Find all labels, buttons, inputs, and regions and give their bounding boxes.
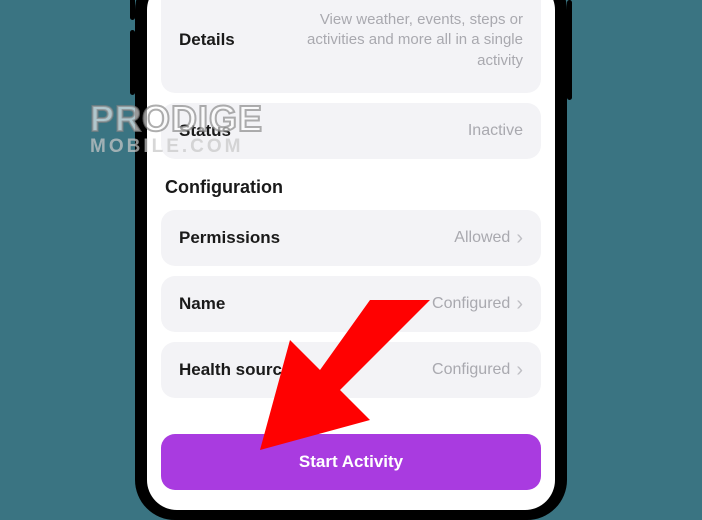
name-label: Name: [179, 294, 225, 314]
tab-bar: [161, 504, 541, 510]
health-source-value: Configured: [432, 361, 510, 379]
plus-icon: [338, 508, 364, 510]
health-source-label: Health source: [179, 360, 291, 380]
phone-side-button: [130, 0, 135, 20]
status-value: Inactive: [468, 122, 523, 140]
middle-tab[interactable]: [338, 508, 364, 510]
home-icon: [231, 508, 257, 510]
chevron-right-icon: ›: [516, 294, 523, 314]
details-label: Details: [179, 30, 235, 50]
gear-icon: [445, 508, 471, 510]
health-source-value-wrap: Configured ›: [432, 360, 523, 380]
name-value: Configured: [432, 295, 510, 313]
home-tab[interactable]: [231, 508, 257, 510]
screen: Details View weather, events, steps or a…: [147, 0, 555, 510]
permissions-value-wrap: Allowed ›: [454, 228, 523, 248]
permissions-value: Allowed: [454, 229, 510, 247]
chevron-right-icon: ›: [516, 360, 523, 380]
settings-tab[interactable]: [445, 508, 471, 510]
health-source-row[interactable]: Health source Configured ›: [161, 342, 541, 398]
phone-side-button: [130, 30, 135, 95]
details-value: View weather, events, steps or activitie…: [303, 10, 523, 71]
status-label: Status: [179, 121, 231, 141]
phone-frame: Details View weather, events, steps or a…: [135, 0, 567, 520]
name-row[interactable]: Name Configured ›: [161, 276, 541, 332]
permissions-row[interactable]: Permissions Allowed ›: [161, 210, 541, 266]
start-activity-button[interactable]: Start Activity: [161, 434, 541, 490]
name-value-wrap: Configured ›: [432, 294, 523, 314]
chevron-right-icon: ›: [516, 228, 523, 248]
phone-side-button: [567, 0, 572, 100]
configuration-heading: Configuration: [161, 169, 541, 210]
permissions-label: Permissions: [179, 228, 280, 248]
details-row: Details View weather, events, steps or a…: [161, 0, 541, 93]
status-row: Status Inactive: [161, 103, 541, 159]
